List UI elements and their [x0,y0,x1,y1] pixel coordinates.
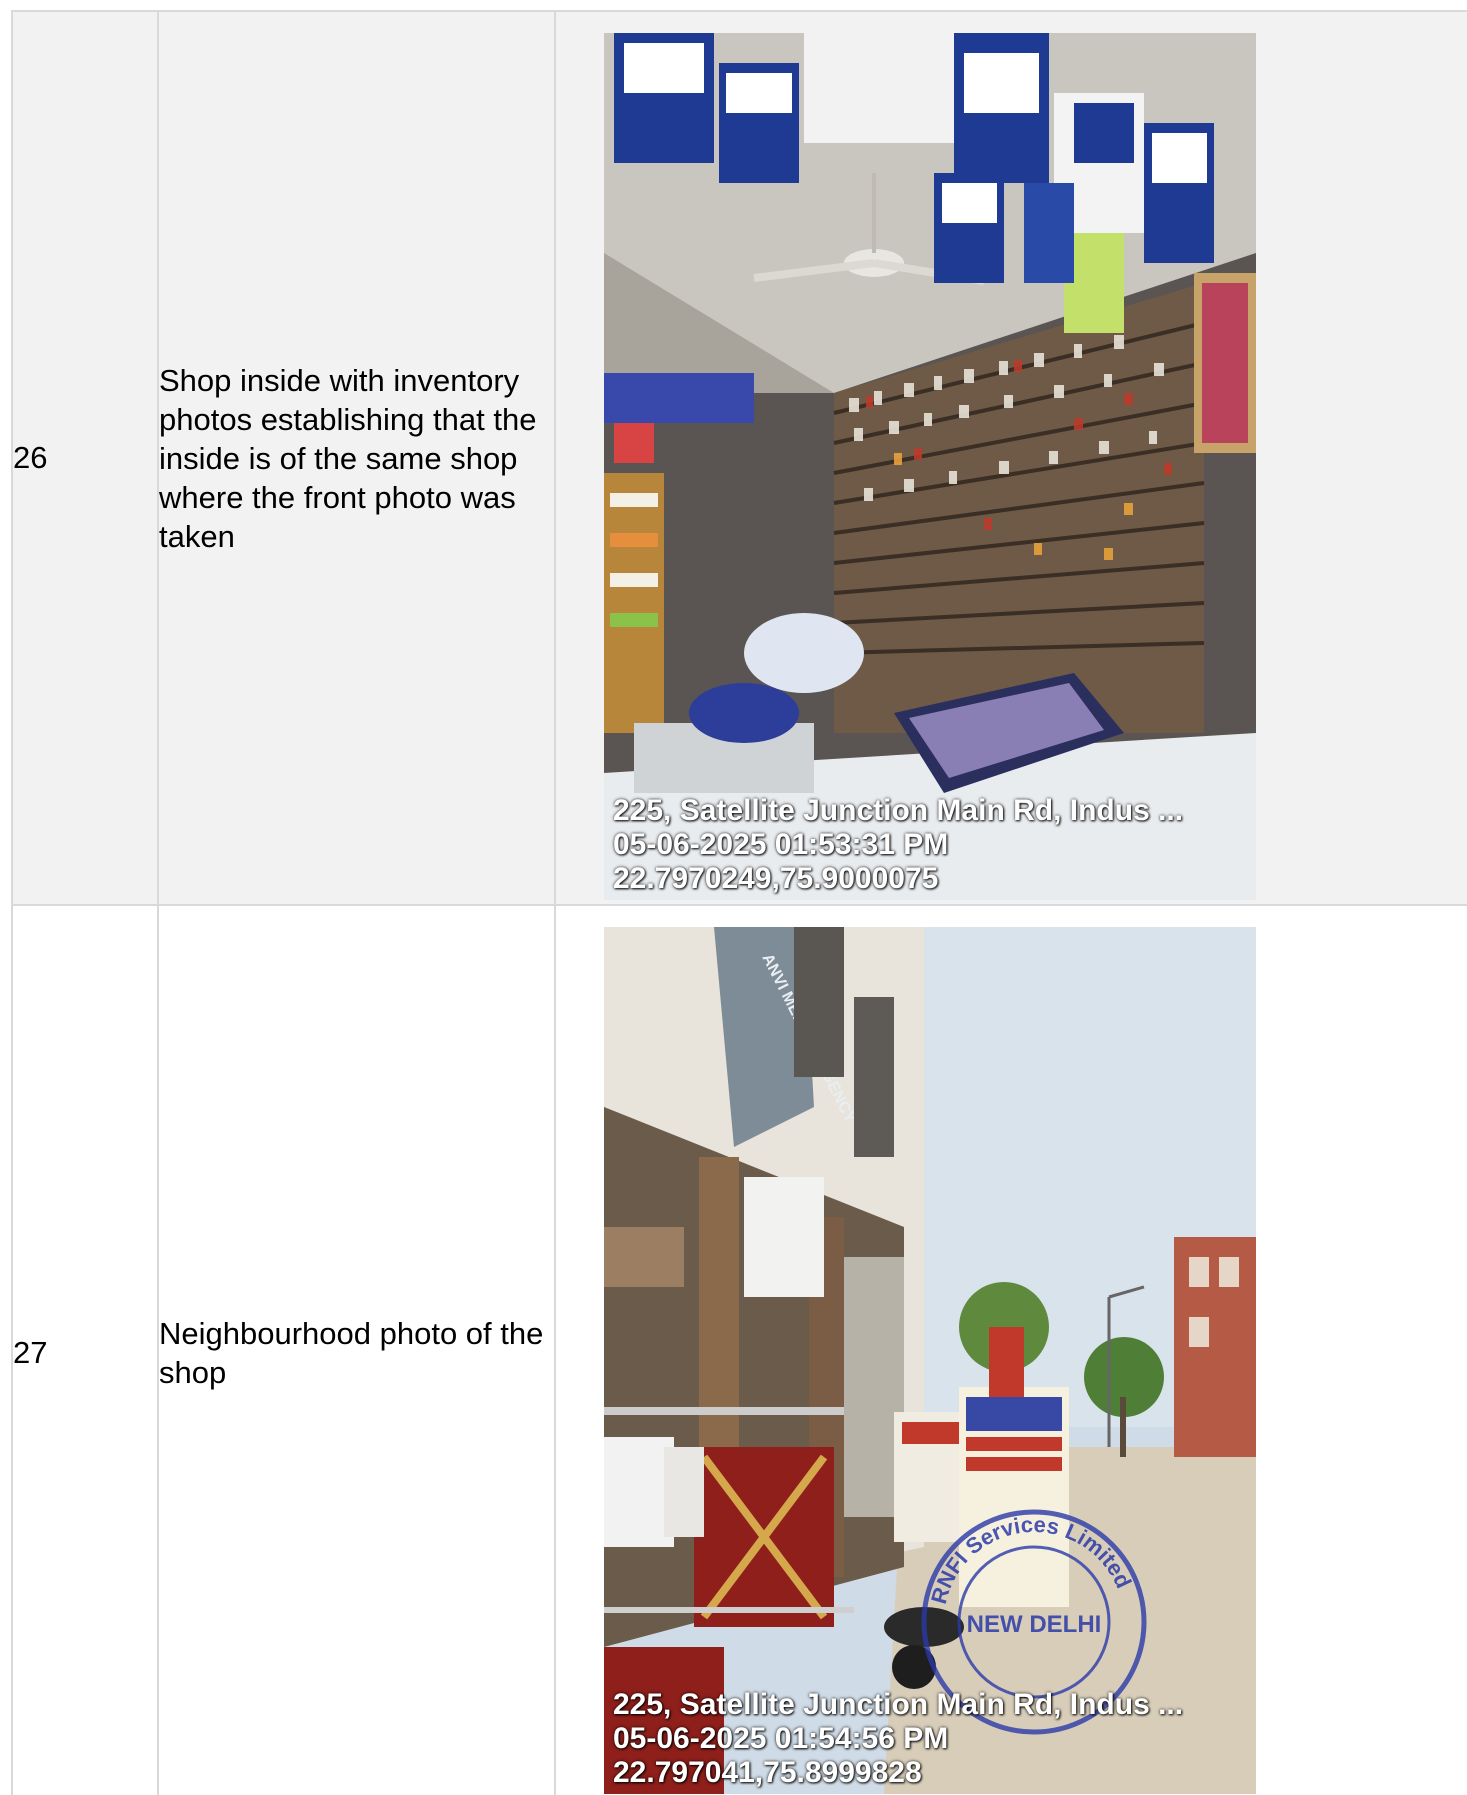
photo-address: 225, Satellite Junction Main Rd, Indus .… [613,1688,1184,1721]
photo-timestamp: 05-06-2025 01:53:31 PM [613,827,949,861]
photo-cell: 225, Satellite Junction Main Rd, Indus .… [554,10,1467,906]
table-row: 26 Shop inside with inventory photos est… [11,10,1467,906]
evidence-table: 26 Shop inside with inventory photos est… [11,10,1467,1795]
row-description: Shop inside with inventory photos establ… [157,10,556,906]
photo-cell: ANVI MEDICAL AGENCY [554,904,1467,1795]
shop-interior-photo: 225, Satellite Junction Main Rd, Indus .… [604,32,1256,900]
photo-timestamp: 05-06-2025 01:54:56 PM [613,1722,949,1755]
row-number: 27 [11,904,159,1795]
photo-coordinates: 22.797041,75.8999828 [613,1756,922,1789]
svg-text:RNFI Services Limited: RNFI Services Limited [926,1512,1136,1607]
page: 26 Shop inside with inventory photos est… [0,0,1467,1795]
photo-coordinates: 22.7970249,75.9000075 [613,861,939,895]
photo-geotag-overlay: 225, Satellite Junction Main Rd, Indus .… [613,1688,1183,1790]
row-number: 26 [11,10,159,906]
neighbourhood-photo: ANVI MEDICAL AGENCY [604,927,1256,1794]
stamp-outer-text: RNFI Services Limited [926,1512,1136,1607]
row-description: Neighbourhood photo of the shop [157,904,556,1795]
photo-geotag-overlay: 225, Satellite Junction Main Rd, Indus .… [613,794,1183,896]
shop-interior-illustration [604,32,1256,900]
table-row: 27 Neighbourhood photo of the shop ANVI … [11,904,1467,1795]
stamp-center-text: NEW DELHI [967,1611,1102,1638]
photo-address: 225, Satellite Junction Main Rd, Indus .… [613,793,1184,827]
